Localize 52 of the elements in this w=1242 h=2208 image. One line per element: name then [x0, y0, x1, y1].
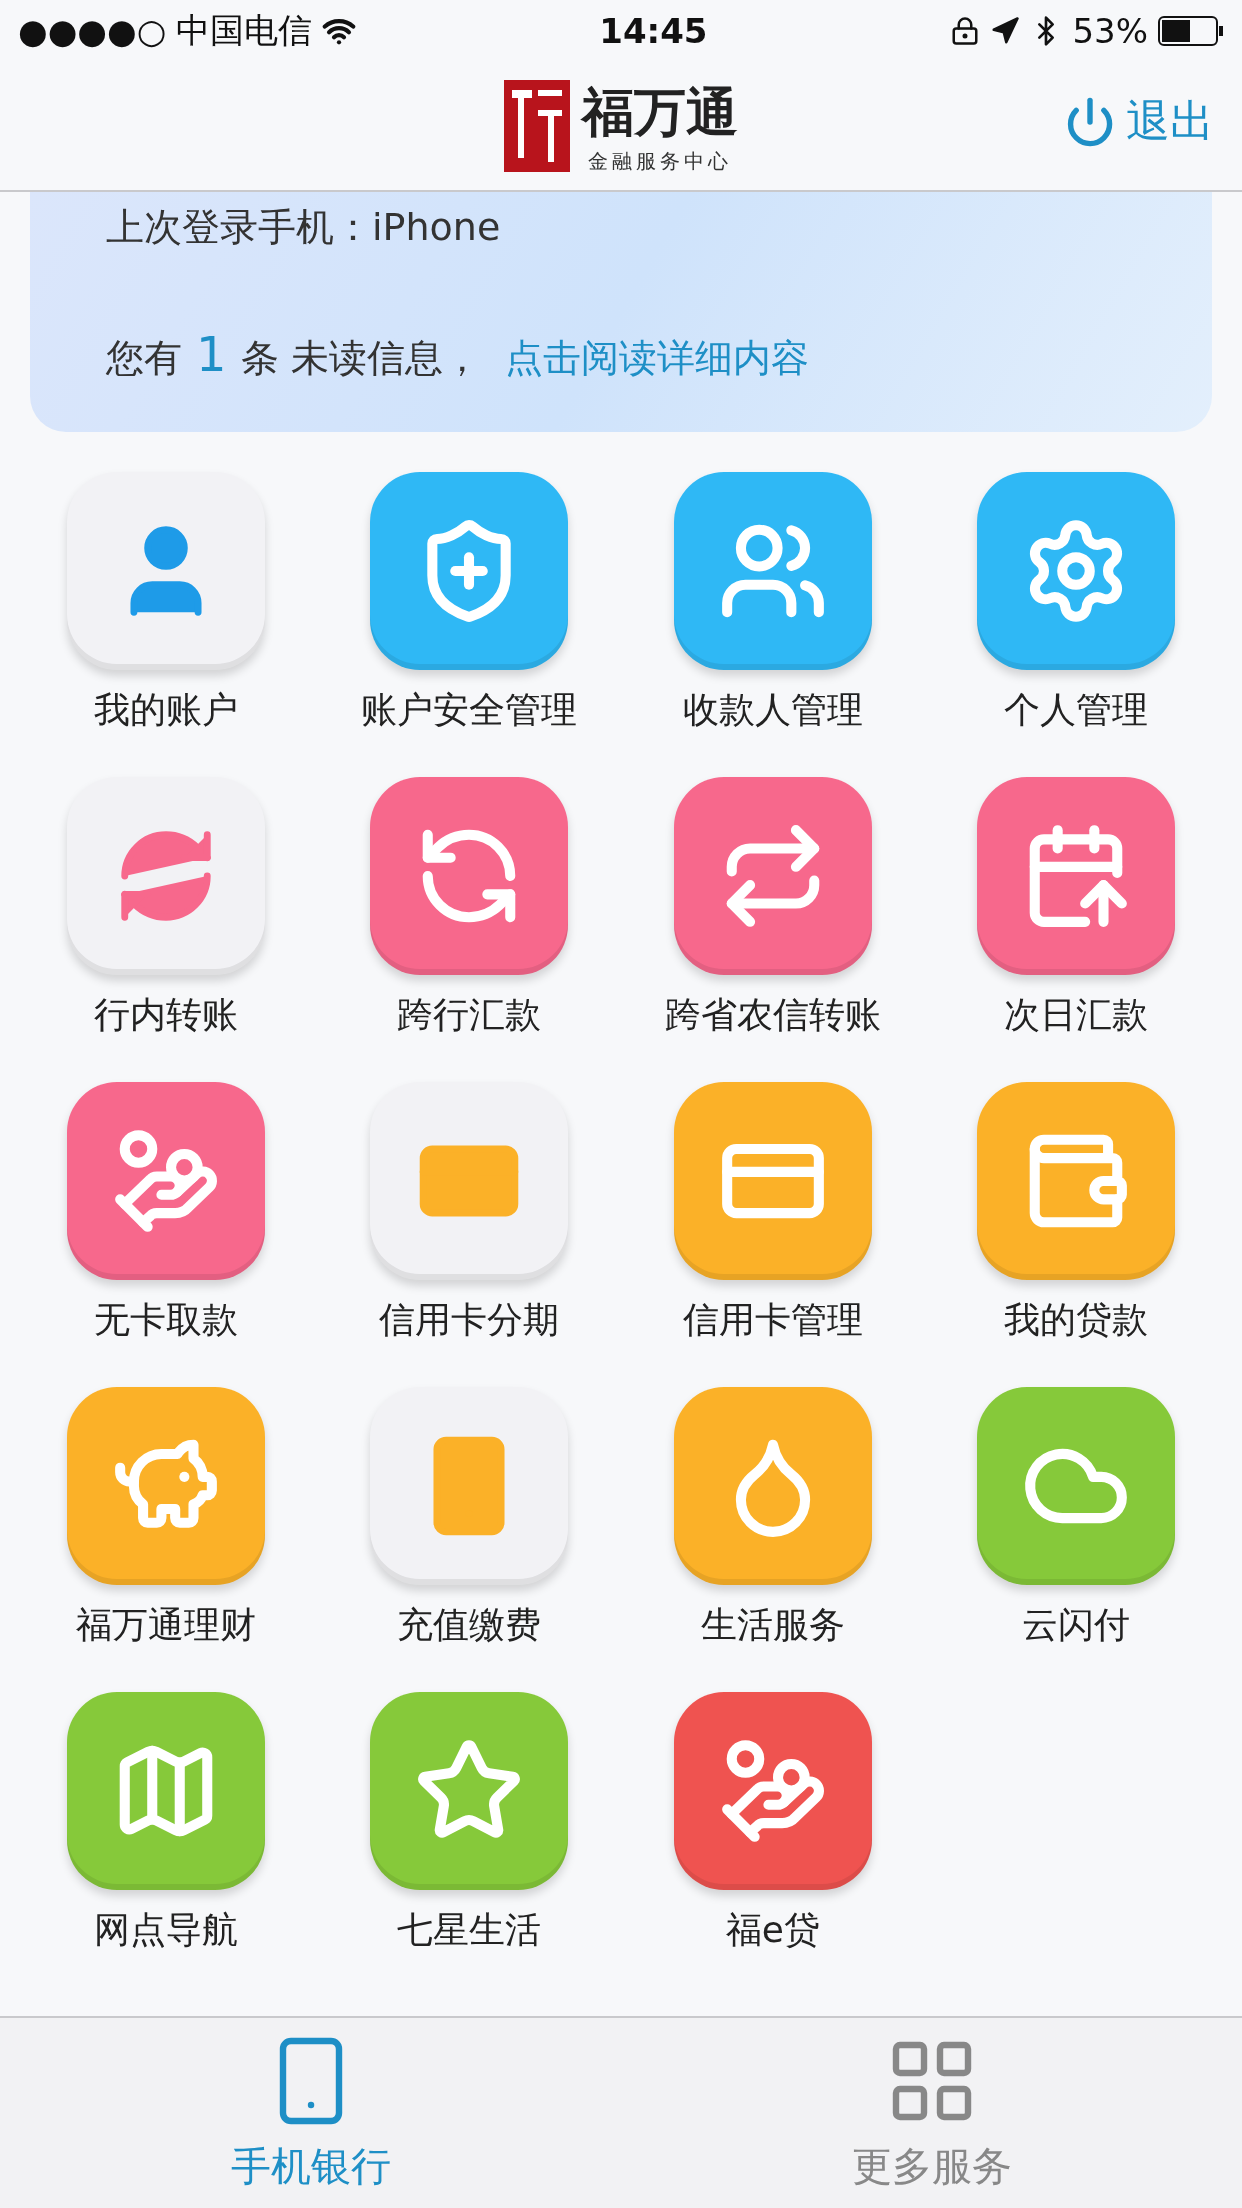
service-item[interactable]: 无卡取款 [14, 1082, 318, 1345]
service-item[interactable]: 信用卡管理 [621, 1082, 925, 1345]
service-label: 次日汇款 [1004, 993, 1149, 1037]
service-item[interactable]: 我的贷款 [924, 1082, 1228, 1345]
service-item[interactable]: 生活服务 [621, 1387, 925, 1650]
service-item[interactable]: 跨省农信转账 [621, 777, 925, 1040]
service-item[interactable]: 网点导航 [14, 1692, 318, 1955]
unread-count: 1 [196, 326, 227, 382]
unread-text: 条 未读信息， [240, 335, 481, 382]
service-label: 我的账户 [93, 688, 238, 732]
lock-icon [950, 16, 981, 46]
battery-icon [1158, 16, 1224, 46]
service-label: 生活服务 [700, 1603, 845, 1647]
service-item[interactable]: 充值缴费 [317, 1387, 621, 1650]
service-item[interactable]: 七星生活 [317, 1692, 621, 1955]
service-item[interactable]: 个人管理 [924, 472, 1228, 735]
location-icon [990, 16, 1021, 46]
service-label: 七星生活 [397, 1908, 542, 1952]
service-item[interactable]: 次日汇款 [924, 777, 1228, 1040]
service-label: 跨省农信转账 [664, 993, 881, 1037]
service-item[interactable]: 跨行汇款 [317, 777, 621, 1040]
service-label: 网点导航 [93, 1908, 238, 1952]
service-label: 信用卡分期 [379, 1298, 560, 1342]
service-label: 账户安全管理 [361, 688, 578, 732]
signal-strength: ●●●●○ [18, 11, 167, 51]
last-login-text: 上次登录手机：iPhone [106, 204, 502, 251]
service-item[interactable]: 云闪付 [924, 1387, 1228, 1650]
seal-logo-icon [504, 80, 570, 172]
service-item[interactable]: 行内转账 [14, 777, 318, 1040]
service-item[interactable]: 信用卡分期 [317, 1082, 621, 1345]
service-item[interactable]: 收款人管理 [621, 472, 925, 735]
carrier-name: 中国电信 [176, 9, 313, 52]
service-label: 无卡取款 [93, 1298, 238, 1342]
service-item[interactable]: 福万通理财 [14, 1387, 318, 1650]
logo-title: 福万通 [582, 79, 738, 144]
service-label: 福e贷 [725, 1908, 820, 1952]
service-label: 收款人管理 [682, 688, 863, 732]
service-item[interactable]: 福e贷 [621, 1692, 925, 1955]
status-time: 14:45 [599, 11, 708, 51]
logo-subtitle: 金融服务中心 [588, 147, 732, 175]
service-label: 我的贷款 [1004, 1298, 1149, 1342]
unread-text: 您有 [106, 335, 182, 382]
service-label: 个人管理 [1004, 688, 1149, 732]
service-label: 信用卡管理 [682, 1298, 863, 1342]
service-label: 充值缴费 [397, 1603, 542, 1647]
battery-percent: 53% [1072, 11, 1148, 51]
service-label: 跨行汇款 [397, 993, 542, 1037]
service-label: 福万通理财 [75, 1603, 256, 1647]
service-item[interactable]: 账户安全管理 [317, 472, 621, 735]
service-label: 行内转账 [93, 993, 238, 1037]
service-item[interactable]: 我的账户 [14, 472, 318, 735]
service-label: 云闪付 [1022, 1603, 1131, 1647]
